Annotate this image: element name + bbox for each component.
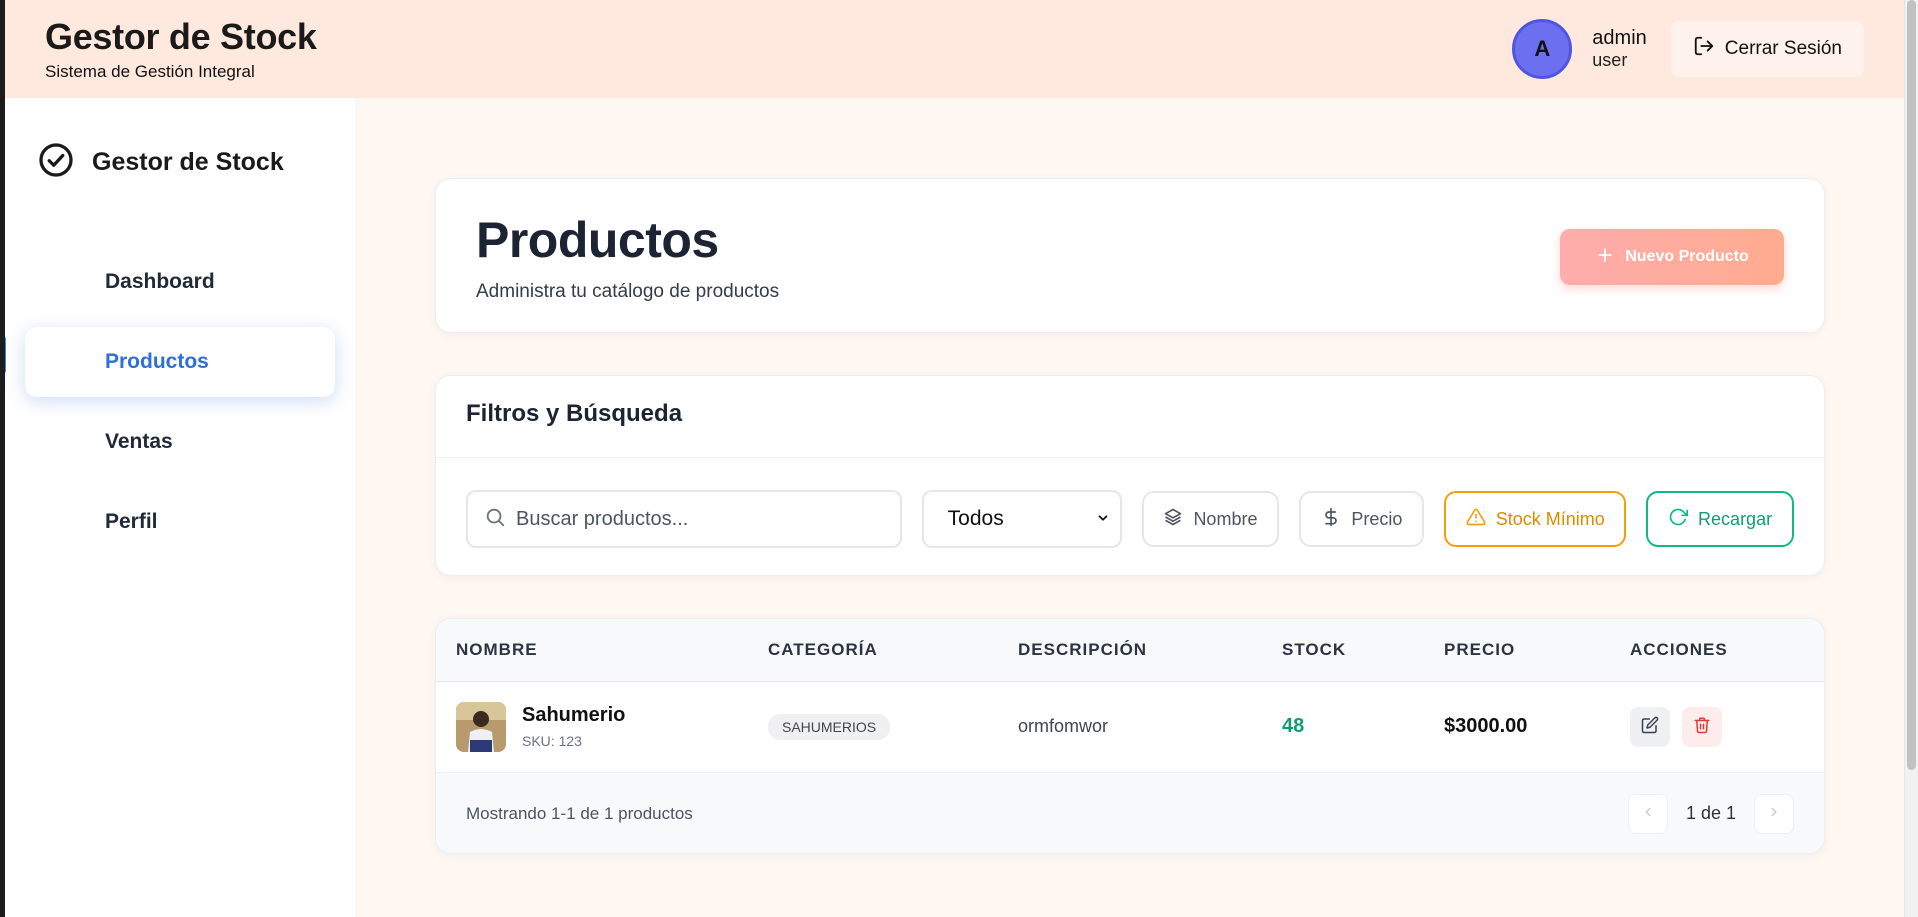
cell-precio: $3000.00 bbox=[1444, 715, 1528, 737]
cell-stock: 48 bbox=[1282, 715, 1305, 737]
logout-label: Cerrar Sesión bbox=[1724, 38, 1842, 59]
pagination-summary: Mostrando 1-1 de 1 productos bbox=[466, 803, 693, 823]
products-table: NOMBRE CATEGORÍA DESCRIPCIÓN STOCK PRECI… bbox=[436, 619, 1824, 773]
sidebar-item-dashboard[interactable]: Dashboard bbox=[25, 247, 335, 317]
table-header-row: NOMBRE CATEGORÍA DESCRIPCIÓN STOCK PRECI… bbox=[436, 619, 1824, 681]
user-name: admin bbox=[1592, 27, 1647, 49]
col-stock: STOCK bbox=[1282, 639, 1347, 659]
product-sku: SKU: 123 bbox=[522, 733, 582, 749]
products-table-card: NOMBRE CATEGORÍA DESCRIPCIÓN STOCK PRECI… bbox=[435, 618, 1825, 854]
col-nombre: NOMBRE bbox=[456, 639, 538, 659]
search-icon bbox=[484, 506, 506, 533]
stock-min-button[interactable]: Stock Mínimo bbox=[1444, 491, 1627, 547]
layers-icon bbox=[1163, 507, 1183, 532]
category-select[interactable]: Todos bbox=[921, 490, 1122, 548]
col-categoria: CATEGORÍA bbox=[768, 639, 878, 659]
sidebar-brand[interactable]: Gestor de Stock bbox=[5, 98, 355, 183]
next-page-button[interactable] bbox=[1754, 793, 1794, 834]
chevron-right-icon bbox=[1767, 805, 1781, 822]
pagination: 1 de 1 bbox=[1627, 793, 1794, 834]
col-precio: PRECIO bbox=[1444, 639, 1516, 659]
product-thumbnail bbox=[456, 701, 506, 752]
search-input[interactable] bbox=[516, 507, 884, 531]
sort-price-button[interactable]: Precio bbox=[1299, 491, 1425, 547]
logout-button[interactable]: Cerrar Sesión bbox=[1670, 21, 1864, 77]
sidebar-nav: Dashboard Productos Ventas Perfil bbox=[5, 247, 355, 557]
warning-icon bbox=[1466, 507, 1486, 532]
cell-categoria: SAHUMERIOS bbox=[748, 681, 998, 772]
dollar-icon bbox=[1321, 507, 1341, 532]
check-circle-icon bbox=[38, 142, 74, 183]
category-select-value: Todos bbox=[947, 507, 1004, 530]
delete-button[interactable] bbox=[1682, 706, 1722, 747]
sidebar-item-productos[interactable]: Productos bbox=[25, 327, 335, 397]
sidebar-item-perfil[interactable]: Perfil bbox=[25, 487, 335, 557]
sidebar-item-ventas[interactable]: Ventas bbox=[25, 407, 335, 477]
new-product-button[interactable]: Nuevo Producto bbox=[1560, 229, 1784, 285]
page-indicator: 1 de 1 bbox=[1685, 803, 1736, 823]
category-badge: SAHUMERIOS bbox=[768, 713, 891, 740]
search-field[interactable] bbox=[466, 490, 902, 548]
table-row: Sahumerio SKU: 123 SAHUMERIOS ormfomwor … bbox=[436, 681, 1824, 772]
page-header-card: Productos Administra tu catálogo de prod… bbox=[435, 178, 1825, 333]
cell-acciones bbox=[1610, 681, 1824, 772]
edit-button[interactable] bbox=[1630, 706, 1670, 747]
user-role: user bbox=[1592, 50, 1628, 70]
user-info: admin user bbox=[1592, 27, 1646, 71]
filters-heading: Filtros y Búsqueda bbox=[436, 376, 1824, 458]
filters-card: Filtros y Búsqueda Todos Nombre Precio bbox=[435, 375, 1825, 576]
user-area: A admin user Cerrar Sesión bbox=[1512, 19, 1864, 79]
plus-icon bbox=[1595, 245, 1615, 270]
sidebar: Gestor de Stock Dashboard Productos Vent… bbox=[5, 98, 355, 917]
edit-icon bbox=[1641, 716, 1659, 737]
col-acciones: ACCIONES bbox=[1630, 639, 1728, 659]
scrollbar-thumb[interactable] bbox=[1907, 0, 1916, 770]
filters-row: Todos Nombre Precio Stock Mínimo bbox=[436, 458, 1824, 580]
table-footer: Mostrando 1-1 de 1 productos 1 de 1 bbox=[436, 772, 1824, 853]
reload-button[interactable]: Recargar bbox=[1646, 491, 1794, 547]
app-title: Gestor de Stock bbox=[45, 16, 317, 57]
new-product-label: Nuevo Producto bbox=[1625, 248, 1749, 265]
col-descripcion: DESCRIPCIÓN bbox=[1018, 639, 1148, 659]
sidebar-brand-title: Gestor de Stock bbox=[92, 148, 284, 176]
logout-icon bbox=[1693, 35, 1715, 63]
prev-page-button[interactable] bbox=[1627, 793, 1668, 834]
reload-label: Recargar bbox=[1698, 508, 1773, 529]
sort-price-label: Precio bbox=[1351, 508, 1403, 529]
sort-name-label: Nombre bbox=[1193, 508, 1258, 529]
sort-name-button[interactable]: Nombre bbox=[1141, 491, 1280, 547]
cell-nombre: Sahumerio SKU: 123 bbox=[436, 681, 748, 772]
page-scrollbar[interactable] bbox=[1904, 0, 1918, 917]
chevron-left-icon bbox=[1641, 805, 1655, 822]
refresh-icon bbox=[1668, 507, 1689, 532]
avatar[interactable]: A bbox=[1512, 19, 1573, 79]
top-header: Gestor de Stock Sistema de Gestión Integ… bbox=[5, 0, 1904, 98]
stock-min-label: Stock Mínimo bbox=[1495, 508, 1605, 529]
trash-icon bbox=[1693, 716, 1711, 737]
cell-descripcion: ormfomwor bbox=[1018, 716, 1109, 736]
window-left-edge bbox=[0, 0, 5, 917]
header-brand: Gestor de Stock Sistema de Gestión Integ… bbox=[45, 16, 317, 82]
chevron-down-icon bbox=[1096, 507, 1110, 531]
app-subtitle: Sistema de Gestión Integral bbox=[45, 62, 255, 81]
product-name: Sahumerio bbox=[522, 704, 626, 726]
